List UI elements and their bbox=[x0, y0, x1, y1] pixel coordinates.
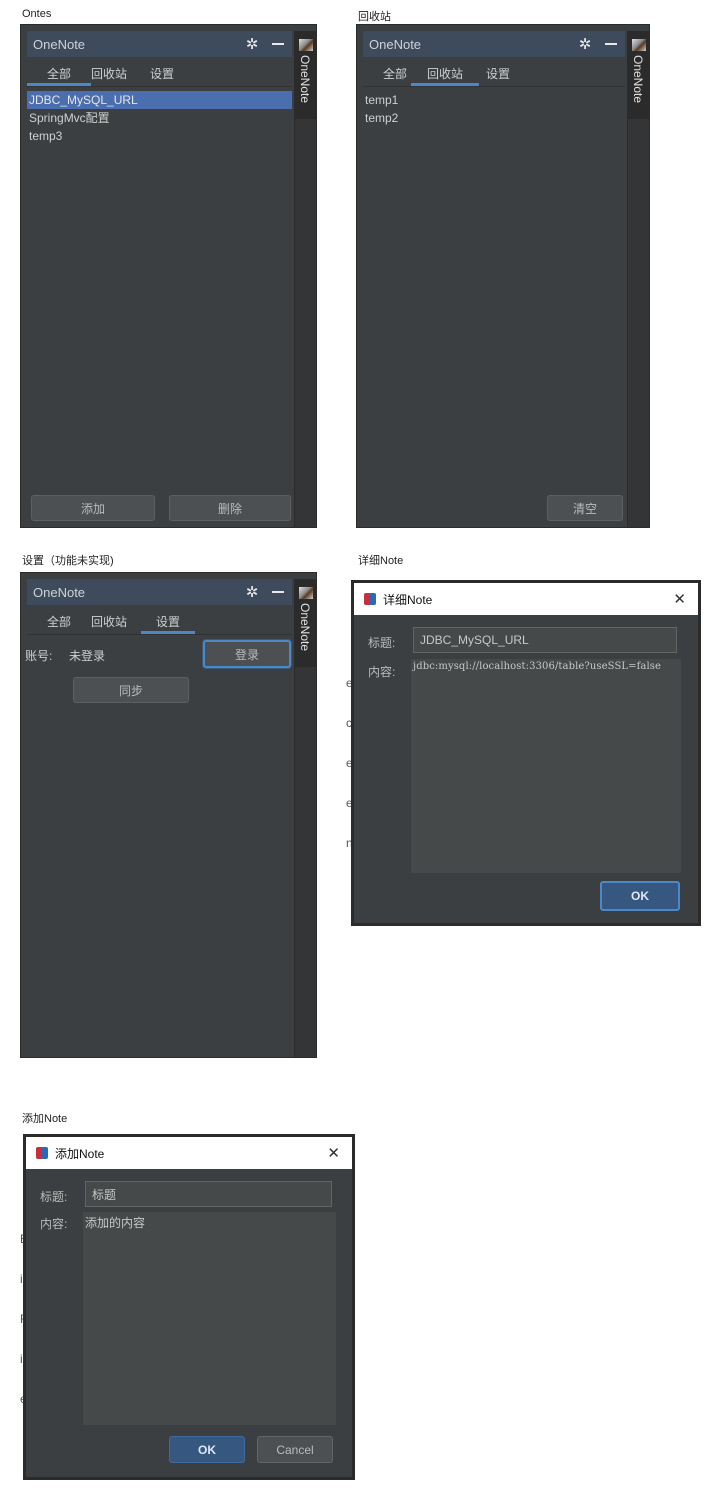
tool-window-label: OneNote bbox=[631, 55, 645, 104]
caption-add-note: 添加Note bbox=[22, 1113, 68, 1125]
onenote-tool-window-button[interactable]: OneNote bbox=[295, 31, 317, 119]
gear-icon[interactable]: ✲ bbox=[242, 35, 262, 53]
login-button[interactable]: 登录 bbox=[203, 640, 291, 668]
app-icon bbox=[36, 1147, 48, 1159]
minimize-icon[interactable] bbox=[272, 43, 284, 45]
dialog-titlebar: 详细Note ✕ bbox=[354, 583, 698, 615]
panel-titlebar: OneNote ✲ bbox=[27, 579, 292, 605]
tab-all[interactable]: 全部 bbox=[41, 613, 77, 630]
list-item[interactable]: temp3 bbox=[27, 127, 292, 145]
tab-recycle[interactable]: 回收站 bbox=[411, 65, 479, 86]
tab-bar: 全部 回收站 设置 bbox=[363, 57, 625, 87]
panel-title: OneNote bbox=[33, 584, 86, 600]
title-label: 标题: bbox=[40, 1190, 68, 1204]
caption-detail-note: 详细Note bbox=[358, 555, 404, 567]
clear-button[interactable]: 清空 bbox=[547, 495, 623, 521]
tab-all[interactable]: 全部 bbox=[27, 65, 91, 86]
title-field[interactable]: JDBC_MySQL_URL bbox=[413, 627, 677, 653]
onenote-panel-settings: OneNote ✲ 全部 回收站 设置 账号: 未登录 登录 同步 OneNot… bbox=[20, 572, 317, 1058]
side-tool-strip: OneNote bbox=[627, 31, 650, 527]
list-item[interactable]: JDBC_MySQL_URL bbox=[27, 91, 292, 109]
detail-note-dialog: 详细Note ✕ 标题: JDBC_MySQL_URL 内容: jdbc:mys… bbox=[351, 580, 701, 926]
dialog-title: 添加Note bbox=[55, 1146, 105, 1161]
add-note-dialog: 添加Note ✕ 标题: 标题 内容: 添加的内容 OK Cancel bbox=[23, 1134, 355, 1480]
caption-recycle-bin: 回收站 bbox=[358, 11, 391, 23]
tab-settings[interactable]: 设置 bbox=[149, 65, 175, 82]
plugin-icon bbox=[299, 587, 313, 599]
side-tool-strip: OneNote bbox=[294, 31, 317, 527]
list-item[interactable]: SpringMvc配置 bbox=[27, 109, 292, 127]
app-icon bbox=[364, 593, 376, 605]
panel-title: OneNote bbox=[33, 36, 86, 52]
content-textarea[interactable]: 添加的内容 bbox=[83, 1212, 336, 1425]
dialog-titlebar: 添加Note ✕ bbox=[26, 1137, 352, 1169]
list-item[interactable]: temp1 bbox=[363, 91, 625, 109]
tab-recycle[interactable]: 回收站 bbox=[89, 65, 129, 82]
onenote-tool-window-button[interactable]: OneNote bbox=[295, 579, 317, 667]
ok-button[interactable]: OK bbox=[600, 881, 680, 911]
add-button[interactable]: 添加 bbox=[31, 495, 155, 521]
ok-button[interactable]: OK bbox=[169, 1436, 245, 1463]
title-label: 标题: bbox=[368, 636, 396, 650]
panel-titlebar: OneNote ✲ bbox=[363, 31, 625, 57]
tab-bar: 全部 回收站 设置 bbox=[27, 57, 292, 87]
content-label: 内容: bbox=[368, 665, 396, 679]
gear-icon[interactable]: ✲ bbox=[575, 35, 595, 53]
close-icon[interactable]: ✕ bbox=[327, 1144, 340, 1162]
tab-settings[interactable]: 设置 bbox=[141, 613, 195, 634]
content-label: 内容: bbox=[40, 1217, 68, 1231]
title-field[interactable]: 标题 bbox=[85, 1181, 332, 1207]
recycle-list: temp1 temp2 bbox=[363, 91, 625, 127]
plugin-icon bbox=[632, 39, 646, 51]
minimize-icon[interactable] bbox=[605, 43, 617, 45]
tool-window-label: OneNote bbox=[298, 55, 312, 104]
delete-button[interactable]: 删除 bbox=[169, 495, 291, 521]
plugin-icon bbox=[299, 39, 313, 51]
caption-all-notes: Ontes bbox=[22, 8, 52, 20]
account-label: 账号: bbox=[25, 649, 53, 663]
content-textarea[interactable]: jdbc:mysql://localhost:3306/table?useSSL… bbox=[411, 659, 681, 873]
cancel-button[interactable]: Cancel bbox=[257, 1436, 333, 1463]
gear-icon[interactable]: ✲ bbox=[242, 583, 262, 601]
minimize-icon[interactable] bbox=[272, 591, 284, 593]
sync-button[interactable]: 同步 bbox=[73, 677, 189, 703]
dialog-title: 详细Note bbox=[383, 592, 433, 607]
side-tool-strip: OneNote bbox=[294, 579, 317, 1057]
note-list: JDBC_MySQL_URL SpringMvc配置 temp3 bbox=[27, 91, 292, 145]
tab-recycle[interactable]: 回收站 bbox=[89, 613, 129, 630]
account-value: 未登录 bbox=[69, 649, 106, 663]
onenote-panel-all: OneNote ✲ 全部 回收站 设置 JDBC_MySQL_URL Sprin… bbox=[20, 24, 317, 528]
panel-titlebar: OneNote ✲ bbox=[27, 31, 292, 57]
tab-settings[interactable]: 设置 bbox=[485, 65, 511, 82]
onenote-panel-recycle: OneNote ✲ 全部 回收站 设置 temp1 temp2 清空 OneNo… bbox=[356, 24, 650, 528]
tab-all[interactable]: 全部 bbox=[377, 65, 413, 82]
tool-window-label: OneNote bbox=[298, 603, 312, 652]
caption-settings: 设置（功能未实现) bbox=[22, 555, 114, 567]
panel-title: OneNote bbox=[369, 36, 422, 52]
close-icon[interactable]: ✕ bbox=[673, 590, 686, 608]
list-item[interactable]: temp2 bbox=[363, 109, 625, 127]
onenote-tool-window-button[interactable]: OneNote bbox=[628, 31, 650, 119]
tab-bar: 全部 回收站 设置 bbox=[27, 605, 292, 635]
